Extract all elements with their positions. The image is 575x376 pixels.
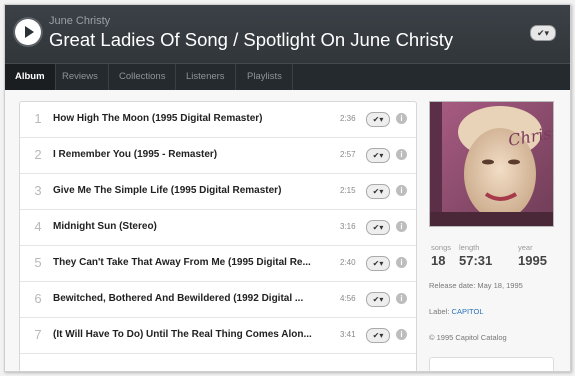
tab-playlists[interactable]: Playlists bbox=[237, 64, 293, 90]
label-link[interactable]: CAPITOL bbox=[452, 307, 484, 316]
track-duration: 2:15 bbox=[340, 186, 356, 195]
play-button[interactable] bbox=[15, 19, 41, 45]
track-row[interactable]: 3 Give Me The Simple Life (1995 Digital … bbox=[20, 174, 416, 210]
track-number: 1 bbox=[34, 111, 42, 126]
track-duration: 2:40 bbox=[340, 258, 356, 267]
track-row[interactable]: 5 They Can't Take That Away From Me (199… bbox=[20, 246, 416, 282]
track-title[interactable]: I Remember You (1995 - Remaster) bbox=[53, 149, 328, 160]
release-date: Release date: May 18, 1995 bbox=[429, 281, 523, 290]
stat-songs: songs 18 bbox=[431, 243, 451, 268]
track-title[interactable]: How High The Moon (1995 Digital Remaster… bbox=[53, 113, 328, 124]
track-number: 5 bbox=[34, 255, 42, 270]
track-title[interactable]: Midnight Sun (Stereo) bbox=[53, 221, 328, 232]
info-icon[interactable]: i bbox=[396, 221, 407, 232]
year-value: 1995 bbox=[518, 253, 547, 268]
track-number: 7 bbox=[34, 327, 42, 342]
tab-bar: Album Reviews Collections Listeners Play… bbox=[5, 63, 570, 90]
info-icon[interactable]: i bbox=[396, 185, 407, 196]
length-label: length bbox=[459, 243, 480, 252]
track-row[interactable]: 1 How High The Moon (1995 Digital Remast… bbox=[20, 102, 416, 138]
track-duration: 2:57 bbox=[340, 150, 356, 159]
stat-length: length 57:31 bbox=[459, 243, 492, 268]
info-icon[interactable]: i bbox=[396, 293, 407, 304]
tab-reviews[interactable]: Reviews bbox=[52, 64, 109, 90]
track-title[interactable]: Give Me The Simple Life (1995 Digital Re… bbox=[53, 185, 328, 196]
album-header: June Christy Great Ladies Of Song / Spot… bbox=[5, 5, 570, 90]
track-check-dropdown[interactable]: ✔▾ bbox=[366, 148, 390, 163]
info-icon[interactable]: i bbox=[396, 329, 407, 340]
track-check-dropdown[interactable]: ✔▾ bbox=[366, 112, 390, 127]
track-row[interactable]: 6 Bewitched, Bothered And Bewildered (19… bbox=[20, 282, 416, 318]
track-row[interactable]: 4 Midnight Sun (Stereo) 3:16 ✔▾ i bbox=[20, 210, 416, 246]
track-duration: 3:41 bbox=[340, 330, 356, 339]
tab-collections[interactable]: Collections bbox=[109, 64, 177, 90]
tab-listeners[interactable]: Listeners bbox=[176, 64, 236, 90]
track-row[interactable]: 2 I Remember You (1995 - Remaster) 2:57 … bbox=[20, 138, 416, 174]
track-duration: 3:16 bbox=[340, 222, 356, 231]
label-prefix: Label: bbox=[429, 307, 450, 316]
track-number: 2 bbox=[34, 147, 42, 162]
track-title[interactable]: (It Will Have To Do) Until The Real Thin… bbox=[53, 329, 328, 340]
track-number: 3 bbox=[34, 183, 42, 198]
track-row[interactable]: 7 (It Will Have To Do) Until The Real Th… bbox=[20, 318, 416, 354]
copyright: © 1995 Capitol Catalog bbox=[429, 333, 507, 342]
track-duration: 4:56 bbox=[340, 294, 356, 303]
track-number: 6 bbox=[34, 291, 42, 306]
track-title[interactable]: Bewitched, Bothered And Bewildered (1992… bbox=[53, 293, 328, 304]
track-duration: 2:36 bbox=[340, 114, 356, 123]
stat-year: year 1995 bbox=[518, 243, 547, 268]
album-title: Great Ladies Of Song / Spotlight On June… bbox=[49, 29, 454, 50]
track-row-partial[interactable] bbox=[20, 354, 416, 371]
track-title[interactable]: They Can't Take That Away From Me (1995 … bbox=[53, 257, 328, 268]
info-icon[interactable]: i bbox=[396, 113, 407, 124]
album-check-dropdown[interactable]: ✔▾ bbox=[530, 25, 556, 41]
songs-count: 18 bbox=[431, 253, 446, 268]
album-cover-image[interactable]: Christy bbox=[429, 101, 554, 227]
track-check-dropdown[interactable]: ✔▾ bbox=[366, 292, 390, 307]
info-icon[interactable]: i bbox=[396, 149, 407, 160]
length-value: 57:31 bbox=[459, 253, 493, 268]
record-label: Label: CAPITOL bbox=[429, 307, 484, 316]
track-check-dropdown[interactable]: ✔▾ bbox=[366, 256, 390, 271]
track-check-dropdown[interactable]: ✔▾ bbox=[366, 328, 390, 343]
album-window: June Christy Great Ladies Of Song / Spot… bbox=[4, 4, 571, 372]
track-number: 4 bbox=[34, 219, 42, 234]
artist-name[interactable]: June Christy bbox=[49, 15, 110, 27]
album-cover-art bbox=[430, 102, 553, 226]
info-icon[interactable]: i bbox=[396, 257, 407, 268]
tab-album[interactable]: Album bbox=[5, 64, 56, 90]
track-check-dropdown[interactable]: ✔▾ bbox=[366, 220, 390, 235]
year-label: year bbox=[518, 243, 533, 252]
track-list: 1 How High The Moon (1995 Digital Remast… bbox=[19, 101, 417, 371]
songs-label: songs bbox=[431, 243, 452, 252]
track-check-dropdown[interactable]: ✔▾ bbox=[366, 184, 390, 199]
sidebar-panel-partial bbox=[429, 357, 554, 371]
